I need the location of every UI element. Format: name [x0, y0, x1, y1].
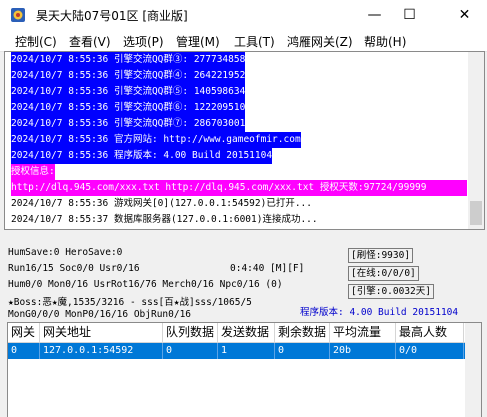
- log-line: 2024/10/7 8:55:36 游戏网关[0](127.0.0.1:5459…: [11, 198, 312, 209]
- col-gateway-address[interactable]: 网关地址: [40, 323, 163, 342]
- online-counter: [在线:0/0/0]: [348, 266, 419, 281]
- timer-status: 0:4:40 [M][F]: [230, 263, 305, 274]
- app-icon: [11, 8, 25, 22]
- menu-gateway[interactable]: 鸿雁网关(Z): [287, 33, 353, 50]
- maximize-button[interactable]: ☐: [387, 0, 432, 30]
- table-row[interactable]: 0 127.0.0.1:54592 0 1 0 20b 0/0: [8, 343, 481, 359]
- table-header: 网关 网关地址 队列数据 发送数据 剩余数据 平均流量 最高人数: [8, 323, 481, 343]
- program-version: 程序版本: 4.00 Build 20151104: [300, 307, 459, 318]
- col-send-data[interactable]: 发送数据: [218, 323, 275, 342]
- server-window: 昊天大陆07号01区 [商业版] — ☐ ✕ 控制(C) 查看(V) 选项(P)…: [0, 0, 487, 417]
- refresh-monster-counter: [刷怪:9930]: [348, 248, 414, 263]
- window-title: 昊天大陆07号01区 [商业版]: [36, 9, 188, 23]
- cell-average-traffic: 20b: [330, 343, 396, 359]
- log-line: 2024/10/7 8:55:36 引擎交流QQ群⑦: 286703001: [11, 116, 246, 132]
- log-line: 2024/10/7 8:55:36 官方网站: http://www.gameo…: [11, 132, 301, 148]
- log-line: 2024/10/7 8:55:37 数据库服务器(127.0.0.1:6001)…: [11, 214, 318, 225]
- log-scrollbar-thumb[interactable]: [470, 201, 482, 225]
- cell-gateway: 0: [8, 343, 40, 359]
- log-line: 2024/10/7 8:55:36 引擎交流QQ群③: 277734858: [11, 52, 246, 68]
- col-remaining-data[interactable]: 剩余数据: [275, 323, 330, 342]
- title-bar[interactable]: 昊天大陆07号01区 [商业版] — ☐ ✕: [0, 0, 487, 30]
- cell-remaining-data: 0: [275, 343, 330, 359]
- log-line: 授权信息:: [11, 164, 55, 180]
- menu-tools[interactable]: 工具(T): [234, 33, 275, 50]
- menu-bar: 控制(C) 查看(V) 选项(P) 管理(M) 工具(T) 鸿雁网关(Z) 帮助…: [0, 30, 487, 52]
- menu-options[interactable]: 选项(P): [123, 33, 164, 50]
- log-scrollbar[interactable]: [468, 52, 484, 229]
- menu-manage[interactable]: 管理(M): [176, 33, 220, 50]
- cell-gateway-address: 127.0.0.1:54592: [40, 343, 163, 359]
- cell-send-data: 1: [218, 343, 275, 359]
- status-panel: HumSave:0 HeroSave:0 Run16/15 Soc0/0 Usr…: [4, 234, 483, 322]
- col-max-users[interactable]: 最高人数: [396, 323, 464, 342]
- engine-counter: [引擎:0.0032天]: [348, 284, 434, 299]
- menu-help[interactable]: 帮助(H): [364, 33, 406, 50]
- log-line: 2024/10/7 8:55:36 引擎交流QQ群⑥: 122209510: [11, 100, 246, 116]
- log-line: 2024/10/7 8:55:36 引擎交流QQ群⑤: 140598634: [11, 84, 246, 100]
- log-line: http://dlq.945.com/xxx.txt http://dlq.94…: [11, 180, 467, 196]
- log-line: 2024/10/7 8:55:36 程序版本: 4.00 Build 20151…: [11, 148, 273, 164]
- table-scrollbar[interactable]: [465, 323, 481, 417]
- col-gateway[interactable]: 网关: [8, 323, 40, 342]
- close-button[interactable]: ✕: [442, 0, 487, 30]
- log-line: 2024/10/7 8:55:36 引擎交流QQ群④: 264221952: [11, 68, 246, 84]
- menu-control[interactable]: 控制(C): [15, 33, 57, 50]
- log-panel[interactable]: 2024/10/7 8:55:36 引擎交流QQ群③: 277734858 20…: [4, 51, 485, 230]
- col-queue-data[interactable]: 队列数据: [163, 323, 218, 342]
- boss-status: ★Boss:恶★魔,1535/3216 - sss[百★战]sss/1065/5: [8, 297, 252, 308]
- save-status: HumSave:0 HeroSave:0: [8, 247, 123, 258]
- run-status: Run16/15 Soc0/0 Usr0/16: [8, 263, 140, 274]
- hum-status: Hum0/0 Mon0/16 UsrRot16/76 Merch0/16 Npc…: [8, 279, 283, 290]
- cell-queue-data: 0: [163, 343, 218, 359]
- col-average-traffic[interactable]: 平均流量: [330, 323, 396, 342]
- menu-view[interactable]: 查看(V): [69, 33, 111, 50]
- mon-status: MonG0/0/0 MonP0/16/16 ObjRun0/16: [8, 309, 192, 320]
- cell-max-users: 0/0: [396, 343, 464, 359]
- gateway-table[interactable]: 网关 网关地址 队列数据 发送数据 剩余数据 平均流量 最高人数 0 127.0…: [7, 322, 482, 417]
